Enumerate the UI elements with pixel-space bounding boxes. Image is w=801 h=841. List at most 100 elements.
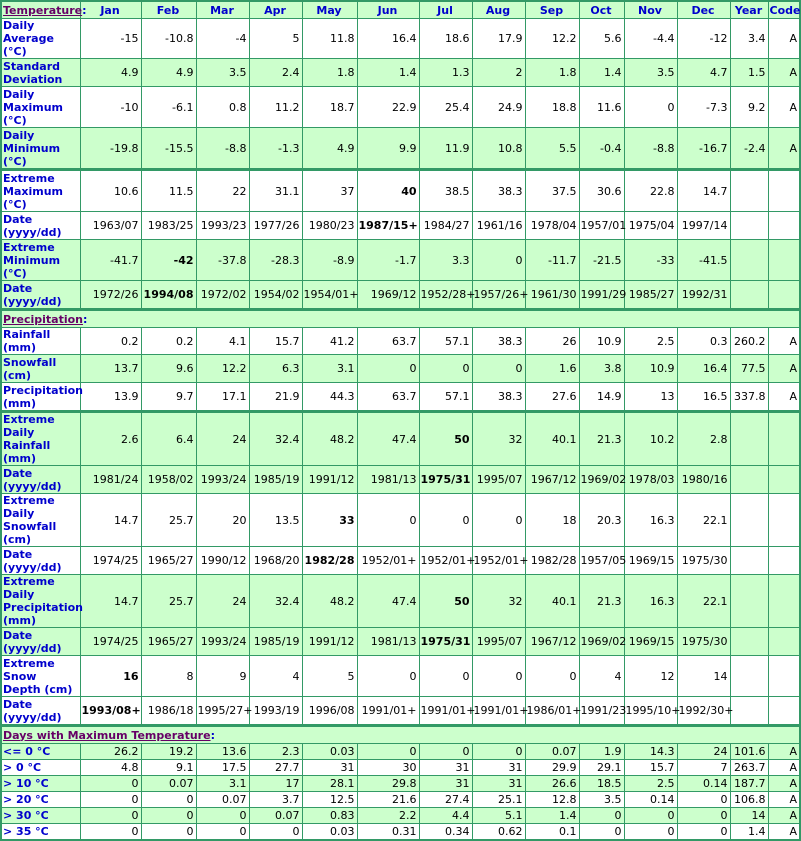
month-cell: 0 xyxy=(356,493,420,547)
col-header: Code xyxy=(767,0,801,19)
year-cell xyxy=(729,655,769,697)
month-cell: 31 xyxy=(301,759,358,776)
month-cell: 1.4 xyxy=(578,58,625,87)
year-cell xyxy=(729,546,769,575)
month-cell: 0 xyxy=(79,791,142,808)
row-label: Daily Maximum (°C) xyxy=(0,86,81,128)
month-cell: 1974/25 xyxy=(79,546,142,575)
col-header: Sep xyxy=(524,0,580,19)
month-cell: 20.3 xyxy=(578,493,625,547)
month-cell: 5.6 xyxy=(578,18,625,59)
year-cell: 337.8 xyxy=(729,382,769,412)
month-cell: -1.7 xyxy=(356,239,420,281)
precipitation-link[interactable]: Precipitation xyxy=(3,313,83,326)
month-cell: 1995/10+ xyxy=(623,696,680,726)
month-cell: 0.62 xyxy=(471,823,526,841)
month-cell: 31 xyxy=(471,775,526,792)
month-cell: -10 xyxy=(79,86,142,128)
table-row-gt-10: > 10 °C 0 0.07 3.1 17 28.1 29.8 31 31 26.6 18.5 2.5… xyxy=(0,775,801,792)
year-cell: 106.8 xyxy=(729,791,769,808)
month-cell: 0.1 xyxy=(524,823,580,841)
header-row: Temperature: Jan Feb Mar Apr May Jun Jul… xyxy=(0,0,801,19)
table-row-extreme-min-date: Date (yyyy/dd) 1972/26 1994/08 1972/02 1954/… xyxy=(0,280,801,310)
month-cell: 1985/27 xyxy=(623,280,678,310)
row-label: Date (yyyy/dd) xyxy=(0,546,81,575)
col-header: Mar xyxy=(195,0,250,19)
row-label: Date (yyyy/dd) xyxy=(0,211,81,240)
month-cell: 2.6 xyxy=(79,410,142,466)
row-label: Extreme Daily Precipitation (mm) xyxy=(0,574,83,628)
month-cell: 1984/27 xyxy=(418,211,473,240)
code-cell: A xyxy=(767,86,801,128)
month-cell: 31.1 xyxy=(248,168,303,212)
month-cell: 17.1 xyxy=(195,382,250,412)
month-cell: 1969/12 xyxy=(356,280,420,310)
row-label: Precipitation (mm) xyxy=(0,382,83,412)
month-cell: 48.2 xyxy=(301,410,358,466)
month-cell: 30.6 xyxy=(578,168,625,212)
month-cell: 9.1 xyxy=(140,759,197,776)
month-cell: 3.1 xyxy=(301,354,358,383)
month-cell: 0.2 xyxy=(140,327,197,355)
code-cell xyxy=(767,280,801,310)
table-row-ext-snow-depth-date: Date (yyyy/dd) 1993/08+ 1986/18 1995/27+ 199… xyxy=(0,696,801,726)
temperature-link[interactable]: Temperature xyxy=(3,4,82,17)
month-cell: 4.9 xyxy=(301,127,358,170)
month-cell: 15.7 xyxy=(623,759,678,776)
month-cell: 1968/20 xyxy=(248,546,303,575)
year-cell: 187.7 xyxy=(729,775,769,792)
month-cell: 14.9 xyxy=(578,382,625,412)
month-cell: 9.9 xyxy=(356,127,420,170)
row-label: Date (yyyy/dd) xyxy=(0,280,81,310)
month-cell: 0.07 xyxy=(140,775,197,792)
month-cell: 12.5 xyxy=(301,791,358,808)
month-cell: -10.8 xyxy=(140,18,197,59)
col-header: Oct xyxy=(578,0,625,19)
month-cell: 27.4 xyxy=(418,791,473,808)
year-cell xyxy=(729,465,769,494)
month-cell: 1969/02 xyxy=(578,465,626,494)
section-header: Days with Maximum Temperature: xyxy=(0,724,801,744)
month-cell: 0 xyxy=(471,743,526,760)
code-cell xyxy=(767,546,801,575)
table-row-gt-35: > 35 °C 0 0 0 0 0.03 0.31 0.34 0.62 0.1 0 0 0 1.4 A xyxy=(0,823,801,841)
month-cell: 11.2 xyxy=(248,86,303,128)
month-cell: 1.8 xyxy=(524,58,580,87)
month-cell: 16.3 xyxy=(623,574,678,628)
month-cell: 1961/16 xyxy=(471,211,526,240)
table-row-std-dev: Standard Deviation 4.9 4.9 3.5 2.4 1.8 1.4 1.3 2… xyxy=(0,58,801,87)
month-cell: 5.1 xyxy=(471,807,526,824)
table-row-ext-daily-snow: Extreme Daily Snowfall (cm) 14.7 25.7 20 13.… xyxy=(0,493,801,547)
month-cell: 32 xyxy=(471,410,526,466)
code-cell xyxy=(767,696,801,726)
month-cell: 0 xyxy=(140,791,197,808)
month-cell: 16.5 xyxy=(676,382,731,412)
month-cell: 50 xyxy=(418,410,473,466)
month-cell: 47.4 xyxy=(356,574,420,628)
month-cell: 0 xyxy=(418,493,473,547)
row-label: Extreme Snow Depth (cm) xyxy=(0,655,81,697)
month-cell: 1961/30 xyxy=(524,280,580,310)
code-cell: A xyxy=(767,759,801,776)
month-cell: 1978/03 xyxy=(623,465,678,494)
row-label: Date (yyyy/dd) xyxy=(0,696,81,726)
year-cell: 1.4 xyxy=(729,823,769,841)
month-cell: 1975/04 xyxy=(623,211,678,240)
month-cell: 1957/05 xyxy=(578,546,626,575)
month-cell: 1997/14 xyxy=(676,211,731,240)
month-cell: 0 xyxy=(623,807,678,824)
month-cell: 1952/01+ xyxy=(356,546,420,575)
month-cell: 29.1 xyxy=(578,759,625,776)
month-cell: 1992/31 xyxy=(676,280,731,310)
month-cell: 17.9 xyxy=(471,18,526,59)
row-label: > 20 °C xyxy=(0,791,81,808)
month-cell: 11.6 xyxy=(578,86,625,128)
month-cell: -6.1 xyxy=(140,86,197,128)
month-cell: 0 xyxy=(79,807,142,824)
code-cell: A xyxy=(767,807,801,824)
month-cell: 4.1 xyxy=(195,327,250,355)
days-max-temp-link[interactable]: Days with Maximum Temperature xyxy=(3,729,211,742)
month-cell: 0.07 xyxy=(248,807,303,824)
code-cell: A xyxy=(767,775,801,792)
month-cell: 13.7 xyxy=(79,354,142,383)
